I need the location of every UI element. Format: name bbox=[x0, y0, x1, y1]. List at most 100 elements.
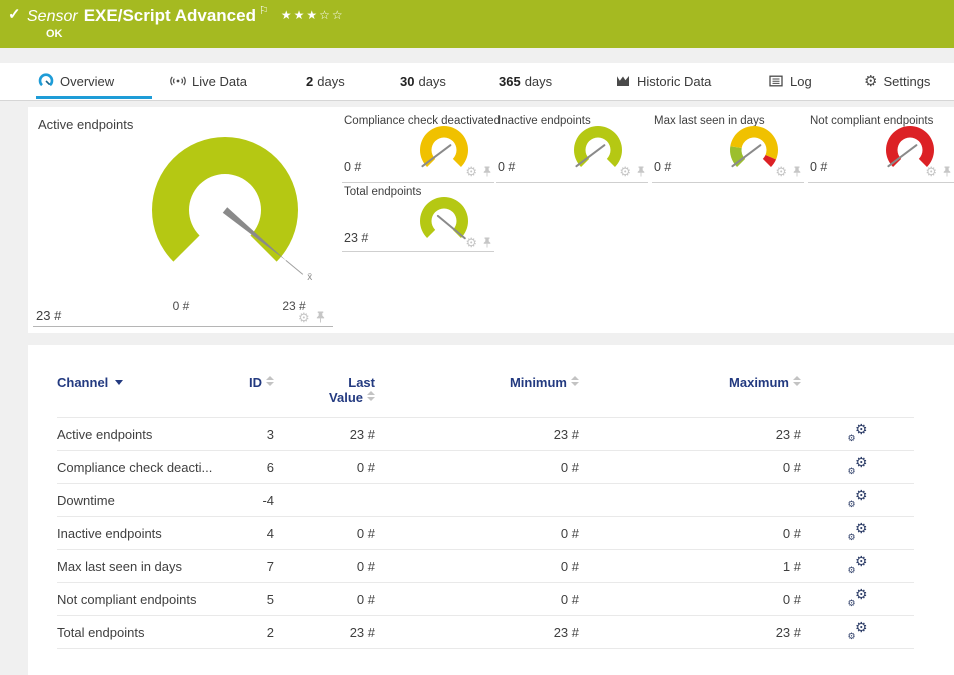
channel-table: Channel ID Last Value Minimum Maximum bbox=[57, 345, 914, 649]
column-label: Last bbox=[274, 375, 375, 390]
gauge-icon bbox=[38, 73, 54, 89]
minimum-value: 23 # bbox=[375, 616, 579, 649]
svg-text:x̄: x̄ bbox=[307, 272, 312, 283]
channel-id: 2 bbox=[230, 616, 274, 649]
table-row: Active endpoints 3 23 # 23 # 23 # ⚙⚙ bbox=[57, 418, 914, 451]
active-tab-indicator bbox=[36, 96, 152, 99]
table-row: Max last seen in days 7 0 # 0 # 1 # ⚙⚙ bbox=[57, 550, 914, 583]
channel-id: 5 bbox=[230, 583, 274, 616]
edit-channel-icon[interactable]: ⚙⚙ bbox=[847, 523, 869, 541]
table-row: Compliance check deacti... 6 0 # 0 # 0 #… bbox=[57, 451, 914, 484]
last-value: 0 # bbox=[274, 583, 375, 616]
tab-log[interactable]: Log bbox=[768, 63, 812, 99]
gauge-card-compliance: Compliance check deactivated 0 # ⚙ bbox=[342, 110, 494, 183]
edit-channel-icon[interactable]: ⚙⚙ bbox=[847, 490, 869, 508]
tab-label: Historic Data bbox=[637, 74, 711, 89]
gauge-card-total: Total endpoints 23 # ⚙ bbox=[342, 181, 494, 252]
flag-icon[interactable]: ⚐ bbox=[259, 5, 269, 17]
last-value bbox=[274, 484, 375, 517]
gauge-value: 0 # bbox=[810, 160, 827, 174]
tab-30-days[interactable]: 30 days bbox=[400, 63, 446, 99]
gear-icon: ⚙ bbox=[864, 74, 877, 89]
card-action-icons: ⚙ bbox=[465, 165, 492, 178]
gauge-title: Total endpoints bbox=[344, 186, 421, 198]
channel-id: 6 bbox=[230, 451, 274, 484]
card-divider bbox=[33, 326, 333, 327]
column-header-channel[interactable]: Channel bbox=[57, 345, 230, 418]
edit-channel-icon[interactable]: ⚙⚙ bbox=[847, 457, 869, 475]
tab-live-data[interactable]: Live Data bbox=[170, 63, 247, 99]
gear-icon[interactable]: ⚙ bbox=[465, 165, 477, 178]
pin-icon[interactable] bbox=[315, 310, 326, 324]
ok-check-icon: ✓ bbox=[8, 5, 21, 23]
gear-icon[interactable]: ⚙ bbox=[925, 165, 937, 178]
channel-name: Max last seen in days bbox=[57, 550, 230, 583]
tab-2-days[interactable]: 2 days bbox=[306, 63, 345, 99]
gauge-card-inactive: Inactive endpoints 0 # ⚙ bbox=[496, 110, 648, 183]
channel-name: Total endpoints bbox=[57, 616, 230, 649]
sensor-name: EXE/Script Advanced bbox=[84, 6, 256, 25]
tab-label: days bbox=[525, 74, 552, 89]
gear-icon[interactable]: ⚙ bbox=[298, 311, 310, 324]
gear-icon[interactable]: ⚙ bbox=[465, 236, 477, 249]
pin-icon[interactable] bbox=[482, 165, 492, 178]
chevron-down-icon bbox=[115, 380, 123, 385]
edit-channel-icon[interactable]: ⚙⚙ bbox=[847, 556, 869, 574]
column-header-last-value[interactable]: Last Value bbox=[274, 345, 375, 418]
tab-overview[interactable]: Overview bbox=[38, 63, 114, 99]
channel-id: 7 bbox=[230, 550, 274, 583]
tab-historic-data[interactable]: Historic Data bbox=[615, 63, 711, 99]
maximum-value: 23 # bbox=[579, 616, 801, 649]
log-list-icon bbox=[768, 73, 784, 89]
card-action-icons: ⚙ bbox=[775, 165, 802, 178]
column-header-id[interactable]: ID bbox=[230, 345, 274, 418]
card-action-icons: ⚙ bbox=[298, 310, 326, 324]
column-label: ID bbox=[249, 375, 262, 390]
sort-icon bbox=[367, 391, 375, 401]
tab-label: Log bbox=[790, 74, 812, 89]
gauge-min-label: 0 # bbox=[163, 299, 199, 313]
tab-365-days[interactable]: 365 days bbox=[499, 63, 552, 99]
column-label: Channel bbox=[57, 375, 108, 390]
pin-icon[interactable] bbox=[636, 165, 646, 178]
sort-icon bbox=[571, 376, 579, 386]
last-value: 23 # bbox=[274, 418, 375, 451]
sort-icon bbox=[793, 376, 801, 386]
area-chart-icon bbox=[615, 73, 631, 89]
edit-channel-icon[interactable]: ⚙⚙ bbox=[847, 589, 869, 607]
tab-label: days bbox=[418, 74, 445, 89]
edit-channel-icon[interactable]: ⚙⚙ bbox=[847, 622, 869, 640]
tab-settings[interactable]: ⚙ Settings bbox=[864, 63, 930, 99]
gear-icon[interactable]: ⚙ bbox=[775, 165, 787, 178]
status-badge: OK bbox=[46, 28, 63, 40]
maximum-value: 0 # bbox=[579, 517, 801, 550]
card-action-icons: ⚙ bbox=[465, 236, 492, 249]
sensor-status-header: ✓ SensorEXE/Script Advanced⚐★★★☆☆ OK bbox=[0, 0, 954, 48]
channel-name: Compliance check deacti... bbox=[57, 451, 230, 484]
edit-channel-icon[interactable]: ⚙⚙ bbox=[847, 424, 869, 442]
gauge-value: 0 # bbox=[498, 160, 515, 174]
card-action-icons: ⚙ bbox=[925, 165, 952, 178]
tab-number: 365 bbox=[499, 74, 521, 89]
tab-label: Live Data bbox=[192, 74, 247, 89]
tab-label: Overview bbox=[60, 74, 114, 89]
card-action-icons: ⚙ bbox=[619, 165, 646, 178]
column-header-edit bbox=[801, 345, 914, 418]
column-header-minimum[interactable]: Minimum bbox=[375, 345, 579, 418]
pin-icon[interactable] bbox=[792, 165, 802, 178]
tab-number: 2 bbox=[306, 74, 313, 89]
maximum-value: 0 # bbox=[579, 451, 801, 484]
column-header-maximum[interactable]: Maximum bbox=[579, 345, 801, 418]
pin-icon[interactable] bbox=[942, 165, 952, 178]
gauge-title-active-endpoints: Active endpoints bbox=[38, 117, 133, 132]
last-value: 0 # bbox=[274, 517, 375, 550]
pin-icon[interactable] bbox=[482, 236, 492, 249]
sort-icon bbox=[266, 376, 274, 386]
column-label: Minimum bbox=[510, 375, 567, 390]
priority-stars[interactable]: ★★★☆☆ bbox=[281, 8, 345, 22]
column-label: Value bbox=[329, 390, 363, 405]
gauge-value: 23 # bbox=[36, 308, 61, 323]
gear-icon[interactable]: ⚙ bbox=[619, 165, 631, 178]
channel-id: -4 bbox=[230, 484, 274, 517]
last-value: 0 # bbox=[274, 451, 375, 484]
